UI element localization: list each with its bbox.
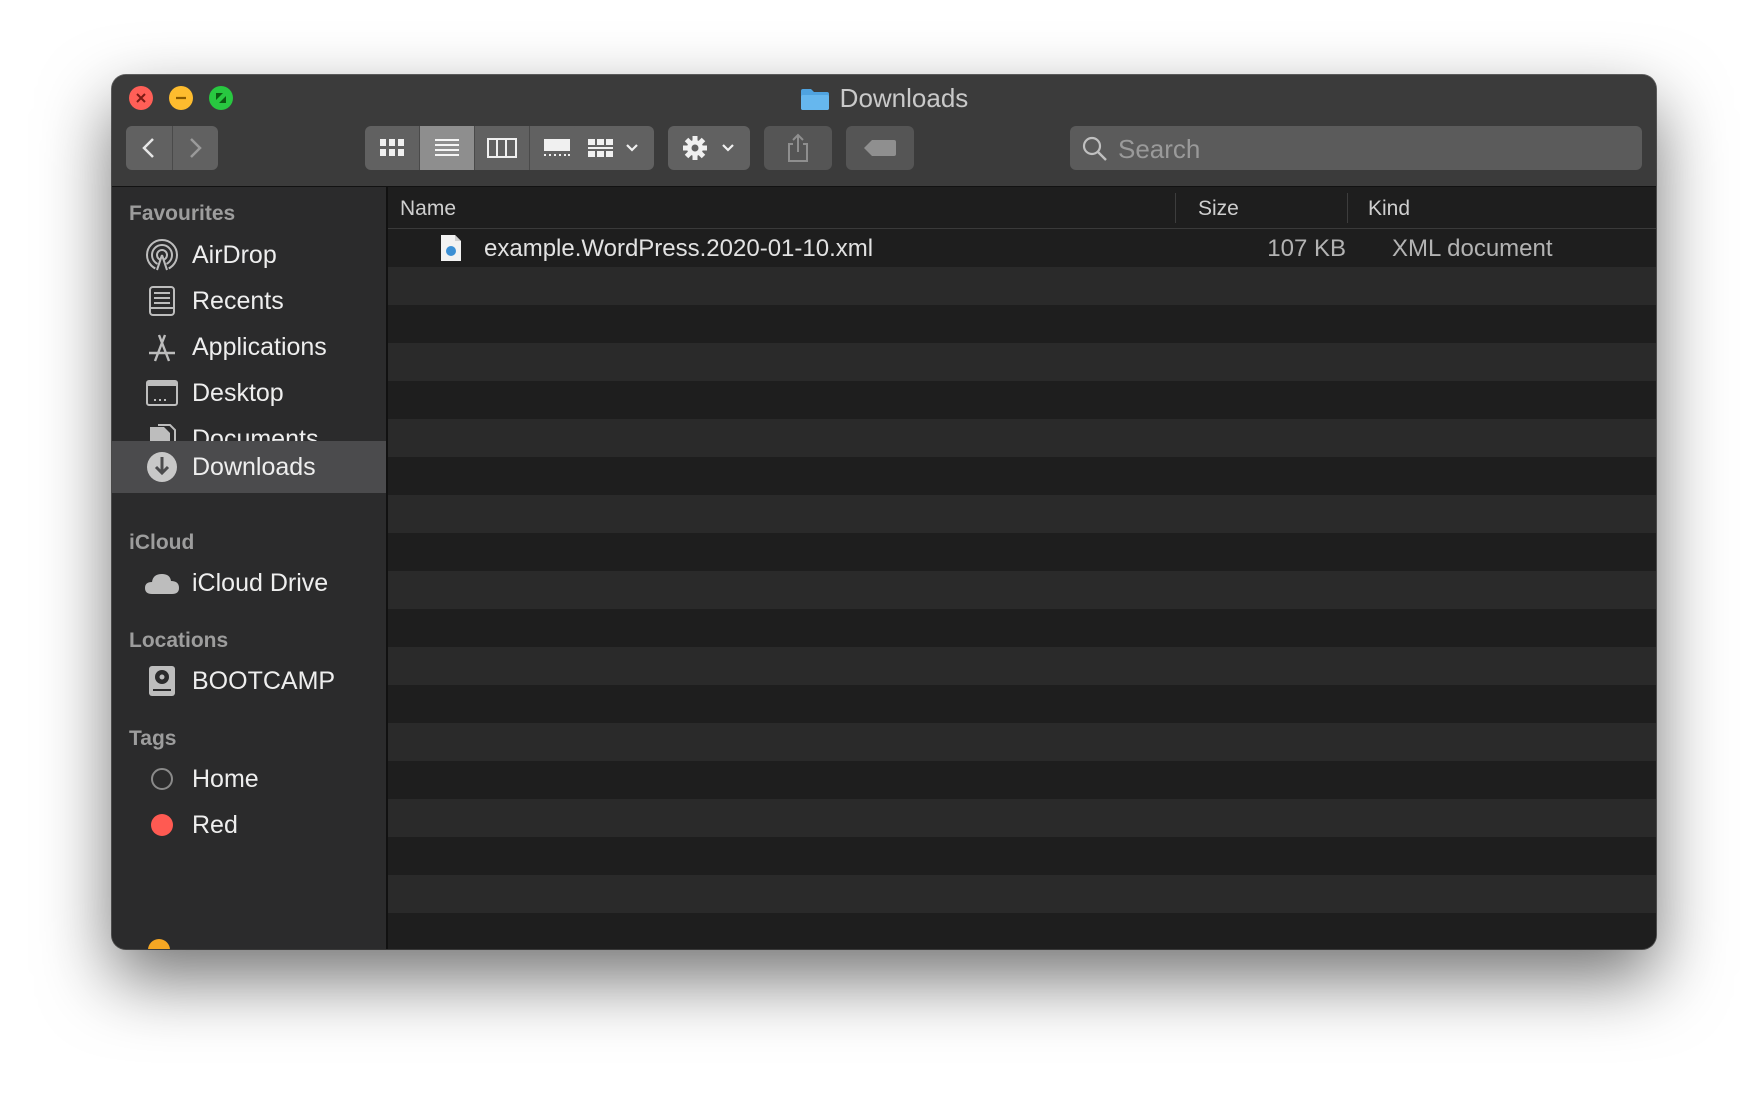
sidebar-item-label: Applications xyxy=(192,332,327,361)
column-header-name[interactable]: Name xyxy=(400,197,456,221)
sidebar: Favourites AirDrop Recents Applications … xyxy=(112,187,388,949)
cloud-icon xyxy=(142,563,182,603)
list-background xyxy=(388,229,1656,949)
sidebar-item-applications[interactable]: Applications xyxy=(112,321,386,373)
sidebar-item-airdrop[interactable]: AirDrop xyxy=(112,229,386,281)
gallery-icon xyxy=(544,139,570,156)
view-mode-control xyxy=(365,126,584,170)
file-row[interactable]: example.WordPress.2020-01-10.xml 107 KB … xyxy=(388,229,1656,267)
search-field[interactable] xyxy=(1070,126,1642,172)
sidebar-item-downloads[interactable]: Downloads xyxy=(112,441,386,493)
sidebar-item-label: AirDrop xyxy=(192,240,277,269)
desktop-icon xyxy=(142,373,182,413)
folder-icon xyxy=(800,89,829,110)
gear-icon xyxy=(683,136,734,160)
share-icon xyxy=(788,133,808,162)
sidebar-item-label: Downloads xyxy=(192,452,316,481)
title-bar: Downloads xyxy=(112,75,1656,187)
tag-icon xyxy=(864,140,896,156)
tag-circle-empty-icon xyxy=(142,759,182,799)
sidebar-item-tag-red[interactable]: Red xyxy=(112,799,386,851)
column-header-size[interactable]: Size xyxy=(1198,197,1239,221)
nav-buttons xyxy=(126,126,218,170)
tag-button[interactable] xyxy=(846,126,914,170)
sidebar-item-recents[interactable]: Recents xyxy=(112,275,386,327)
tag-circle-orange-icon xyxy=(148,939,170,949)
downloads-icon xyxy=(142,447,182,487)
finder-window: Downloads Search Favourites AirDrop Rece… xyxy=(112,75,1656,949)
tag-circle-red-icon xyxy=(142,805,182,845)
file-size: 107 KB xyxy=(1267,235,1346,262)
grid-icon xyxy=(380,139,404,156)
action-menu-button[interactable] xyxy=(668,126,750,170)
sidebar-item-icloud-drive[interactable]: iCloud Drive xyxy=(112,557,386,609)
column-divider[interactable] xyxy=(1347,193,1348,223)
sidebar-section-icloud: iCloud xyxy=(129,531,195,554)
sidebar-item-desktop[interactable]: Desktop xyxy=(112,367,386,419)
sidebar-item-label: BOOTCAMP xyxy=(192,666,336,695)
sidebar-item-tag-home[interactable]: Home xyxy=(112,753,386,805)
group-by-button[interactable] xyxy=(572,126,654,170)
airdrop-icon xyxy=(142,235,182,275)
back-button[interactable] xyxy=(126,126,173,170)
column-header-kind[interactable]: Kind xyxy=(1368,197,1410,221)
sidebar-section-locations: Locations xyxy=(129,629,229,652)
icon-view-button[interactable] xyxy=(365,126,420,170)
forward-button[interactable] xyxy=(172,126,218,170)
sidebar-item-label: Home xyxy=(192,764,259,793)
sidebar-section-favourites: Favourites xyxy=(129,202,236,225)
list-icon xyxy=(435,139,459,156)
window-title-text: Downloads xyxy=(839,83,969,113)
sidebar-section-tags: Tags xyxy=(129,727,177,750)
window-title: Downloads xyxy=(112,83,1656,113)
group-by-icon xyxy=(588,139,638,157)
recents-icon xyxy=(142,281,182,321)
column-view-button[interactable] xyxy=(475,126,530,170)
sidebar-item-label: Red xyxy=(192,810,238,839)
xml-file-icon xyxy=(441,235,461,261)
sidebar-item-label: iCloud Drive xyxy=(192,568,329,597)
file-list: Name Size Kind example.WordPress.2020-01… xyxy=(388,187,1656,949)
sidebar-item-label: Desktop xyxy=(192,378,284,407)
applications-icon xyxy=(142,327,182,367)
file-kind: XML document xyxy=(1392,235,1553,262)
list-view-button[interactable] xyxy=(420,126,475,170)
file-name: example.WordPress.2020-01-10.xml xyxy=(484,235,874,262)
chevron-left-icon xyxy=(141,138,154,158)
share-button[interactable] xyxy=(764,126,832,170)
chevron-right-icon xyxy=(190,138,203,158)
search-icon xyxy=(1082,136,1107,161)
sidebar-item-label: Recents xyxy=(192,286,284,315)
disk-icon xyxy=(142,661,182,701)
search-input[interactable] xyxy=(1116,126,1630,172)
column-divider[interactable] xyxy=(1175,193,1176,223)
list-header: Name Size Kind xyxy=(388,187,1656,229)
columns-icon xyxy=(487,138,517,158)
sidebar-item-bootcamp[interactable]: BOOTCAMP xyxy=(112,655,386,707)
